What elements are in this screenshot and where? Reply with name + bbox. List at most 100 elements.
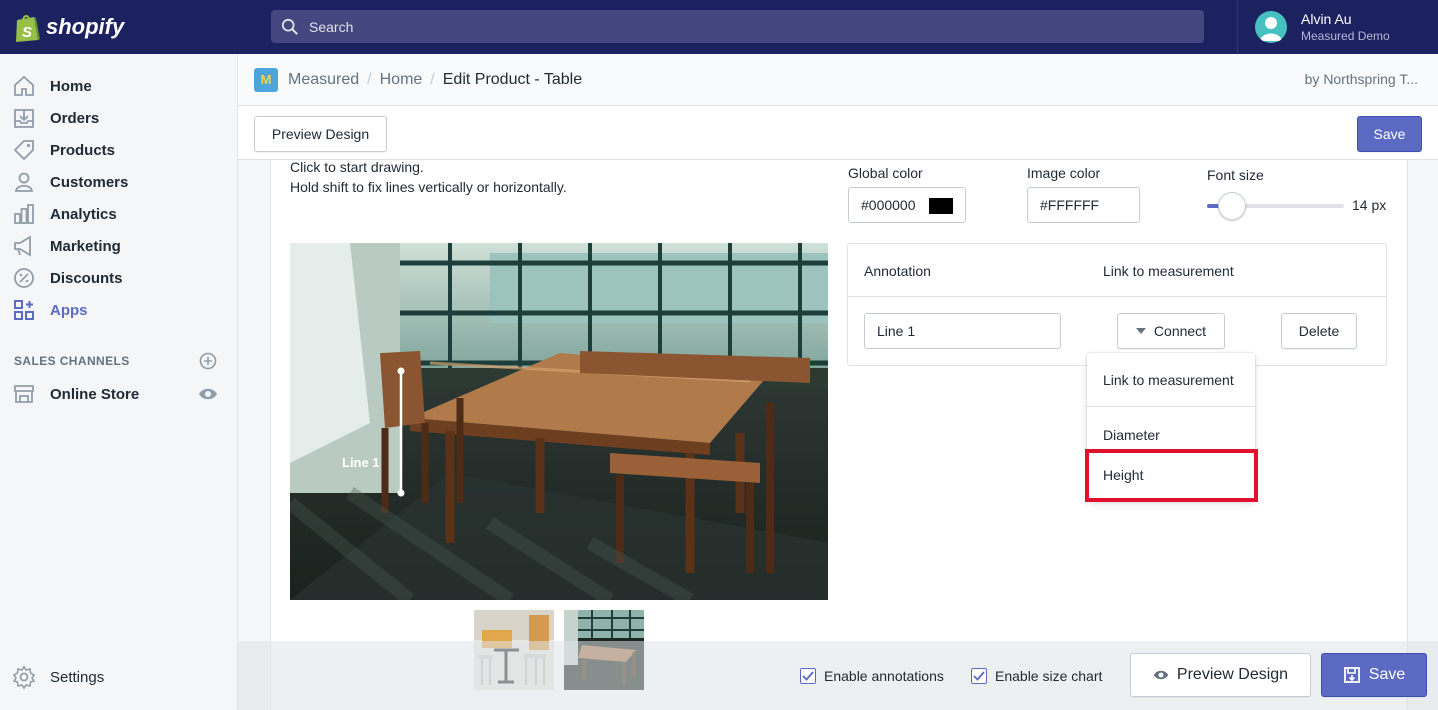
footer-save-label: Save: [1368, 666, 1406, 683]
page-title: Edit Product - Table: [442, 70, 583, 88]
sidebar-item-label: Home: [50, 77, 92, 95]
checkbox[interactable]: [800, 668, 816, 684]
sidebar-item-online-store[interactable]: Online Store: [12, 382, 139, 406]
breadcrumb-separator: /: [367, 70, 372, 88]
sidebar: Home Orders Products Customers Analytics…: [0, 54, 238, 710]
sidebar-item-label: Settings: [50, 668, 105, 686]
global-color-label: Global color: [848, 165, 923, 181]
sidebar-item-settings[interactable]: Settings: [12, 665, 104, 689]
app-byline[interactable]: by Northspring T...: [1305, 71, 1418, 87]
gear-icon: [12, 665, 36, 689]
global-color-field[interactable]: #000000: [848, 187, 966, 223]
instruction-line: Click to start drawing.: [290, 159, 424, 175]
person-icon: [14, 172, 34, 192]
discount-icon: [14, 268, 34, 288]
checkbox-label: Enable annotations: [824, 668, 944, 684]
logo-text: shopify: [46, 14, 125, 39]
dropdown-option-diameter[interactable]: Diameter: [1103, 427, 1160, 443]
product-image-canvas[interactable]: Line 1: [290, 243, 828, 600]
annotation-line-label: Line 1: [342, 455, 380, 470]
bar-chart-icon: [14, 204, 34, 224]
global-color-swatch: [929, 198, 953, 214]
sidebar-item-orders[interactable]: Orders: [12, 106, 99, 130]
annotation-table-header: Annotation Link to measurement: [848, 244, 1386, 297]
sidebar-item-label: Apps: [50, 301, 88, 319]
sidebar-item-label: Products: [50, 141, 116, 159]
app-logo[interactable]: M: [254, 67, 278, 92]
avatar: [1255, 11, 1287, 43]
connect-button[interactable]: Connect: [1117, 313, 1225, 349]
sidebar-item-label: Analytics: [50, 205, 117, 223]
dropdown-divider: [1087, 406, 1255, 407]
eye-icon: [1153, 670, 1169, 680]
footer-save-button[interactable]: Save: [1321, 653, 1427, 697]
image-color-swatch: [1103, 198, 1127, 214]
eye-icon[interactable]: [198, 387, 218, 401]
preview-design-button[interactable]: Preview Design: [254, 116, 387, 152]
user-shop: Measured Demo: [1301, 29, 1390, 43]
sidebar-item-products[interactable]: Products: [12, 138, 115, 162]
apps-icon: [14, 300, 34, 320]
font-size-value: 14 px: [1352, 197, 1387, 213]
sales-channels-title: SALES CHANNELS: [14, 354, 130, 368]
user-avatar-icon: [1260, 17, 1282, 41]
caret-down-icon: [1135, 328, 1146, 334]
top-bar: S shopify Alvin Au Measured Demo: [0, 0, 1438, 54]
home-icon: [14, 75, 34, 96]
orders-icon: [14, 109, 34, 128]
store-icon: [14, 385, 34, 403]
highlight-box: [1085, 449, 1258, 502]
sidebar-item-apps[interactable]: Apps: [12, 298, 88, 322]
enable-annotations-checkbox[interactable]: Enable annotations: [800, 668, 944, 684]
action-bar: Preview Design Save: [238, 106, 1438, 160]
checkmark-icon: [973, 671, 985, 681]
user-name: Alvin Au: [1301, 11, 1352, 27]
sidebar-item-discounts[interactable]: Discounts: [12, 266, 123, 290]
font-size-label: Font size: [1207, 167, 1264, 183]
image-color-field[interactable]: #FFFFFF: [1027, 187, 1140, 223]
breadcrumb-separator: /: [430, 70, 435, 88]
sidebar-item-label: Customers: [50, 173, 129, 191]
annotation-name-input[interactable]: [864, 313, 1061, 349]
sidebar-item-home[interactable]: Home: [12, 74, 92, 98]
sidebar-item-label: Orders: [50, 109, 100, 127]
drawing-instructions: Click to start drawing. Hold shift to fi…: [290, 157, 567, 197]
sidebar-item-marketing[interactable]: Marketing: [12, 234, 121, 258]
footer-preview-label: Preview Design: [1176, 666, 1289, 683]
sidebar-item-analytics[interactable]: Analytics: [12, 202, 117, 226]
sidebar-item-label: Marketing: [50, 237, 121, 255]
global-color-value: #000000: [861, 197, 916, 213]
table-photo-image: [290, 243, 828, 600]
megaphone-icon: [14, 235, 31, 257]
search-bar[interactable]: [271, 10, 1204, 43]
shopify-logo[interactable]: S shopify: [14, 12, 124, 42]
user-menu[interactable]: Alvin Au Measured Demo: [1237, 0, 1438, 54]
image-color-label: Image color: [1027, 165, 1101, 181]
search-input[interactable]: [309, 18, 1109, 35]
tag-icon: [13, 140, 34, 161]
delete-button[interactable]: Delete: [1281, 313, 1357, 349]
checkbox-label: Enable size chart: [995, 668, 1103, 684]
breadcrumb-app[interactable]: Measured: [288, 71, 359, 89]
enable-size-chart-checkbox[interactable]: Enable size chart: [971, 668, 1102, 684]
font-size-slider[interactable]: [1207, 192, 1344, 220]
checkmark-icon: [802, 671, 814, 681]
sidebar-item-label: Discounts: [50, 269, 123, 287]
add-channel-icon[interactable]: [199, 352, 217, 370]
checkbox[interactable]: [971, 668, 987, 684]
column-annotation: Annotation: [864, 263, 931, 279]
sidebar-item-customers[interactable]: Customers: [12, 170, 128, 194]
image-color-value: #FFFFFF: [1040, 197, 1100, 213]
sidebar-item-label: Online Store: [50, 385, 140, 403]
footer-preview-design-button[interactable]: Preview Design: [1130, 653, 1311, 697]
search-icon: [281, 18, 298, 35]
connect-label: Connect: [1153, 323, 1207, 339]
slider-thumb[interactable]: [1218, 192, 1246, 220]
shopify-bag-icon: S: [16, 15, 40, 42]
breadcrumb-home[interactable]: Home: [380, 71, 423, 89]
svg-text:S: S: [22, 24, 32, 41]
save-button[interactable]: Save: [1357, 116, 1422, 152]
breadcrumb: M Measured / Home / Edit Product - Table…: [238, 54, 1438, 106]
instruction-line: Hold shift to fix lines vertically or ho…: [290, 179, 567, 195]
column-link: Link to measurement: [1103, 263, 1234, 279]
